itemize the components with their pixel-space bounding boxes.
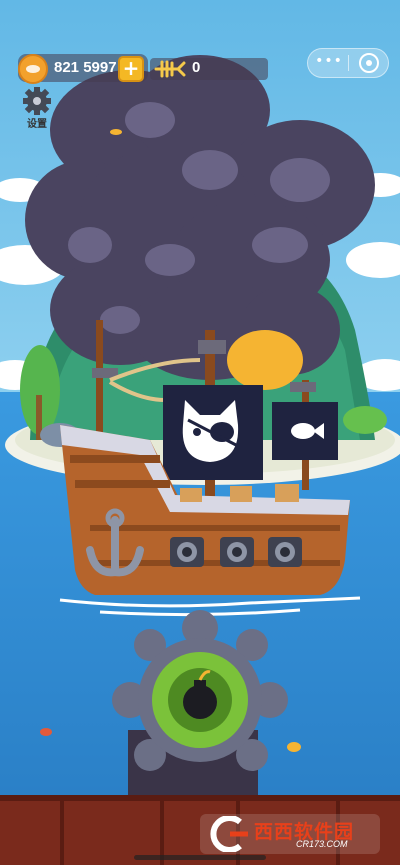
- capsule-divider: [348, 55, 349, 71]
- fishbone-value: 0: [192, 59, 201, 76]
- settings-label: 设置: [27, 119, 47, 130]
- home-indicator: [134, 855, 266, 860]
- cat-pirate-flag-icon: [163, 385, 263, 480]
- ember: [110, 129, 122, 135]
- settings-button[interactable]: 设置: [20, 86, 54, 130]
- close-target-icon[interactable]: [359, 53, 379, 73]
- watermark-site-text: CR173.COM: [296, 839, 348, 849]
- add-coin-button[interactable]: +: [118, 56, 144, 82]
- explosion-flash: [227, 330, 303, 390]
- coin-icon: [18, 54, 48, 84]
- watermark-logo-mark: [210, 816, 248, 852]
- fishbone-icon: [154, 60, 186, 78]
- plus-icon: +: [122, 56, 140, 80]
- game-scene: [0, 0, 400, 865]
- coin-value: 821 5997: [54, 59, 117, 76]
- gear-icon: [23, 87, 51, 115]
- more-dots-icon[interactable]: •••: [312, 50, 346, 74]
- fish-flag-icon: [272, 402, 338, 460]
